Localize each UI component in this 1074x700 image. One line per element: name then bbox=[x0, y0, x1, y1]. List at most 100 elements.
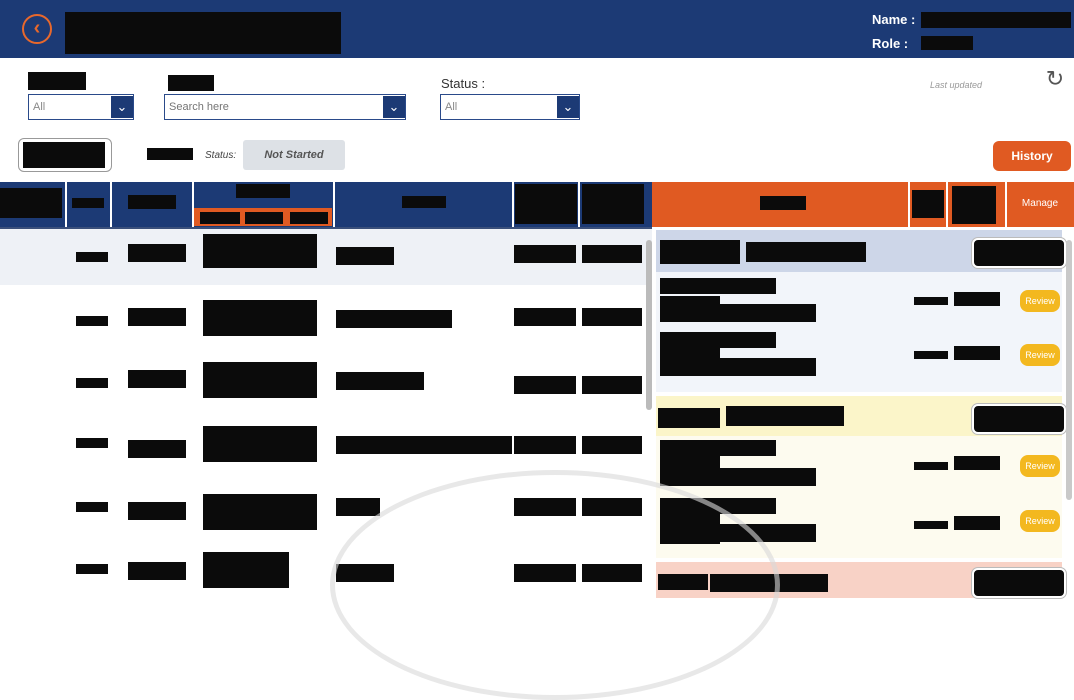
group-action-button[interactable] bbox=[972, 238, 1066, 268]
cell-redacted bbox=[128, 244, 186, 262]
review-button[interactable]: Review bbox=[1020, 455, 1060, 477]
header-divider bbox=[65, 182, 67, 227]
cell-redacted bbox=[582, 564, 642, 582]
cell-redacted bbox=[203, 426, 317, 462]
group-title-redacted bbox=[658, 408, 720, 428]
detail-text-redacted bbox=[720, 358, 816, 376]
name-label: Name : bbox=[872, 12, 916, 27]
header-divider bbox=[1005, 182, 1007, 227]
group-action-button[interactable] bbox=[972, 404, 1066, 434]
review-button[interactable]: Review bbox=[1020, 510, 1060, 532]
action-button[interactable] bbox=[18, 138, 112, 172]
detail-value-redacted bbox=[914, 462, 948, 470]
detail-value-redacted bbox=[954, 346, 1000, 360]
header-divider bbox=[512, 182, 514, 227]
column-header-redacted bbox=[515, 184, 577, 224]
right-scrollbar[interactable] bbox=[1066, 240, 1072, 500]
role-label: Role : bbox=[872, 36, 909, 51]
cell-redacted bbox=[582, 245, 642, 263]
cell-redacted bbox=[514, 245, 576, 263]
cell-redacted bbox=[128, 440, 186, 458]
group-title-redacted bbox=[710, 574, 828, 592]
subheader-redacted bbox=[290, 212, 328, 224]
first-filter-select[interactable]: All ⌄ bbox=[28, 94, 134, 120]
column-header-redacted bbox=[912, 190, 944, 218]
cell-redacted bbox=[514, 308, 576, 326]
review-button[interactable]: Review bbox=[1020, 344, 1060, 366]
status-prefix-redacted bbox=[147, 148, 193, 160]
chevron-down-icon: ⌄ bbox=[383, 96, 405, 118]
cell-redacted bbox=[336, 498, 380, 516]
header-divider bbox=[110, 182, 112, 227]
header-divider bbox=[578, 182, 580, 227]
app-title-redacted bbox=[65, 12, 341, 54]
refresh-icon[interactable]: ↻ bbox=[1044, 68, 1066, 90]
detail-text-redacted bbox=[660, 498, 776, 514]
history-button[interactable]: History bbox=[993, 141, 1071, 171]
header-divider bbox=[333, 182, 335, 227]
cell-redacted bbox=[336, 310, 452, 328]
status-filter-value: All bbox=[445, 101, 458, 113]
review-button[interactable]: Review bbox=[1020, 290, 1060, 312]
column-header-redacted bbox=[582, 184, 644, 224]
detail-text-redacted bbox=[660, 348, 720, 376]
cell-redacted bbox=[203, 494, 317, 530]
group-action-button[interactable] bbox=[972, 568, 1066, 598]
column-header-redacted bbox=[402, 196, 446, 208]
detail-text-redacted bbox=[660, 440, 776, 456]
cell-redacted bbox=[203, 300, 317, 336]
action-button-label-redacted bbox=[23, 142, 105, 168]
filter-label-redacted bbox=[28, 72, 86, 90]
column-header-redacted bbox=[72, 198, 104, 208]
cell-redacted bbox=[76, 378, 108, 388]
cell-redacted bbox=[203, 552, 289, 588]
cell-redacted bbox=[203, 362, 317, 398]
cell-redacted bbox=[128, 502, 186, 520]
detail-text-redacted bbox=[660, 296, 720, 322]
back-arrow-icon[interactable]: ‹ bbox=[22, 14, 52, 44]
detail-text-redacted bbox=[720, 304, 816, 322]
detail-text-redacted bbox=[660, 456, 720, 486]
cell-redacted bbox=[582, 498, 642, 516]
status-value-badge: Not Started bbox=[243, 140, 345, 170]
cell-redacted bbox=[203, 234, 317, 268]
column-header-redacted bbox=[760, 196, 806, 210]
cell-redacted bbox=[336, 372, 424, 390]
detail-text-redacted bbox=[720, 468, 816, 486]
detail-value-redacted bbox=[914, 297, 948, 305]
status-filter-select[interactable]: All ⌄ bbox=[440, 94, 580, 120]
chevron-down-icon: ⌄ bbox=[111, 96, 133, 118]
last-updated-label: Last updated bbox=[930, 80, 983, 90]
search-select[interactable]: ⌄ bbox=[164, 94, 406, 120]
cell-redacted bbox=[76, 502, 108, 512]
detail-text-redacted bbox=[660, 332, 776, 348]
cell-redacted bbox=[514, 376, 576, 394]
detail-text-redacted bbox=[720, 524, 816, 542]
cell-redacted bbox=[336, 436, 512, 454]
cell-redacted bbox=[76, 564, 108, 574]
user-role-redacted bbox=[921, 36, 973, 50]
group-title-redacted bbox=[658, 574, 708, 590]
group-title-redacted bbox=[660, 240, 740, 264]
chevron-down-icon: ⌄ bbox=[557, 96, 579, 118]
group-title-redacted bbox=[726, 406, 844, 426]
header-divider bbox=[908, 182, 910, 227]
cell-redacted bbox=[514, 498, 576, 516]
search-input[interactable] bbox=[165, 100, 383, 114]
subheader-redacted bbox=[200, 212, 240, 224]
detail-value-redacted bbox=[954, 292, 1000, 306]
column-header-redacted bbox=[128, 195, 176, 209]
cell-redacted bbox=[514, 564, 576, 582]
cell-redacted bbox=[76, 316, 108, 326]
detail-value-redacted bbox=[914, 521, 948, 529]
first-filter-value: All bbox=[33, 101, 46, 113]
detail-text-redacted bbox=[660, 514, 720, 544]
detail-value-redacted bbox=[914, 351, 948, 359]
header-divider bbox=[946, 182, 948, 227]
cell-redacted bbox=[76, 252, 108, 262]
column-header-redacted bbox=[236, 184, 290, 198]
cell-redacted bbox=[582, 308, 642, 326]
cell-redacted bbox=[128, 562, 186, 580]
detail-value-redacted bbox=[954, 456, 1000, 470]
left-scrollbar[interactable] bbox=[646, 240, 652, 410]
